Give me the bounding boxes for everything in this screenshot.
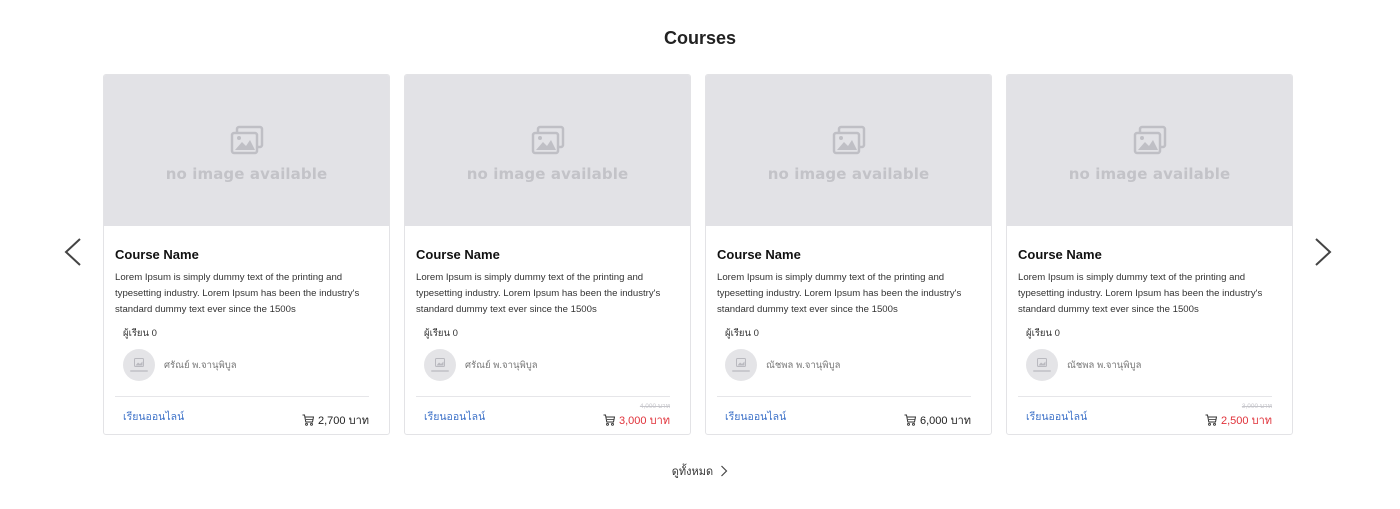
view-all-link[interactable]: ดูทั้งหมด — [672, 462, 728, 480]
no-image-text: no image available — [466, 164, 629, 183]
learn-online-link[interactable]: เรียนออนไลน์ — [123, 408, 184, 425]
avatar — [1026, 349, 1058, 381]
course-description: Lorem Ipsum is simply dummy text of the … — [115, 272, 360, 315]
original-price: 4,000 บาท — [639, 402, 670, 410]
avatar — [725, 349, 757, 381]
image-icon — [736, 358, 746, 367]
course-description: Lorem Ipsum is simply dummy text of the … — [416, 272, 661, 315]
course-card[interactable]: no image available Course Name Lorem Ips… — [103, 74, 390, 435]
course-thumbnail: no image available — [405, 75, 690, 226]
course-description: Lorem Ipsum is simply dummy text of the … — [1018, 272, 1263, 315]
course-card[interactable]: no image available Course Name Lorem Ips… — [705, 74, 992, 435]
image-icon — [435, 358, 445, 367]
instructor: ณัชพล พ.จานุพิบูล — [717, 349, 980, 381]
instructor: ณัชพล พ.จานุพิบูล — [1018, 349, 1281, 381]
course-name[interactable]: Course Name — [416, 247, 679, 262]
learn-online-link[interactable]: เรียนออนไลน์ — [1026, 408, 1087, 425]
course-card[interactable]: no image available Course Name Lorem Ips… — [404, 74, 691, 435]
no-image-text: no image available — [767, 164, 930, 183]
carousel-prev-button[interactable] — [58, 236, 88, 268]
instructor-name: ศรัณย์ พ.จานุพิบูล — [465, 359, 538, 371]
instructor: ศรัณย์ พ.จานุพิบูล — [416, 349, 679, 381]
course-carousel: no image available Course Name Lorem Ips… — [103, 74, 1293, 435]
no-image-text: no image available — [1068, 164, 1231, 183]
image-icon — [531, 125, 564, 154]
image-icon — [1133, 125, 1166, 154]
course-name[interactable]: Course Name — [1018, 247, 1281, 262]
instructor-name: ณัชพล พ.จานุพิบูล — [1067, 359, 1142, 371]
image-icon — [134, 358, 144, 367]
no-image-text: no image available — [165, 164, 328, 183]
chevron-right-icon — [721, 465, 728, 477]
image-icon — [1037, 358, 1047, 367]
student-count: ผู้เรียน 0 — [424, 328, 458, 339]
chevron-right-icon — [1315, 238, 1332, 266]
cart-icon — [302, 414, 314, 426]
course-description: Lorem Ipsum is simply dummy text of the … — [717, 272, 962, 315]
instructor: ศรัณย์ พ.จานุพิบูล — [115, 349, 378, 381]
avatar — [123, 349, 155, 381]
cart-icon — [904, 414, 916, 426]
sale-price: 2,500 บาท — [1221, 414, 1272, 427]
image-icon — [230, 125, 263, 154]
image-icon — [832, 125, 865, 154]
course-thumbnail: no image available — [104, 75, 389, 226]
learn-online-link[interactable]: เรียนออนไลน์ — [424, 408, 485, 425]
view-all-label: ดูทั้งหมด — [671, 466, 714, 478]
section-title: Courses — [663, 28, 737, 48]
course-name[interactable]: Course Name — [115, 247, 378, 262]
sale-price: 3,000 บาท — [619, 414, 670, 427]
original-price: 3,000 บาท — [1241, 402, 1272, 410]
cart-icon — [1205, 414, 1217, 426]
student-count: ผู้เรียน 0 — [725, 328, 759, 339]
carousel-next-button[interactable] — [1308, 236, 1338, 268]
course-price: 6,000 บาท — [920, 414, 971, 427]
course-thumbnail: no image available — [706, 75, 991, 226]
student-count: ผู้เรียน 0 — [123, 328, 157, 339]
course-price: 2,700 บาท — [318, 414, 369, 427]
course-thumbnail: no image available — [1007, 75, 1292, 226]
student-count: ผู้เรียน 0 — [1026, 328, 1060, 339]
chevron-left-icon — [64, 238, 81, 266]
learn-online-link[interactable]: เรียนออนไลน์ — [725, 408, 786, 425]
course-card[interactable]: no image available Course Name Lorem Ips… — [1006, 74, 1293, 435]
course-name[interactable]: Course Name — [717, 247, 980, 262]
instructor-name: ณัชพล พ.จานุพิบูล — [766, 359, 841, 371]
avatar — [424, 349, 456, 381]
instructor-name: ศรัณย์ พ.จานุพิบูล — [164, 359, 237, 371]
cart-icon — [603, 414, 615, 426]
